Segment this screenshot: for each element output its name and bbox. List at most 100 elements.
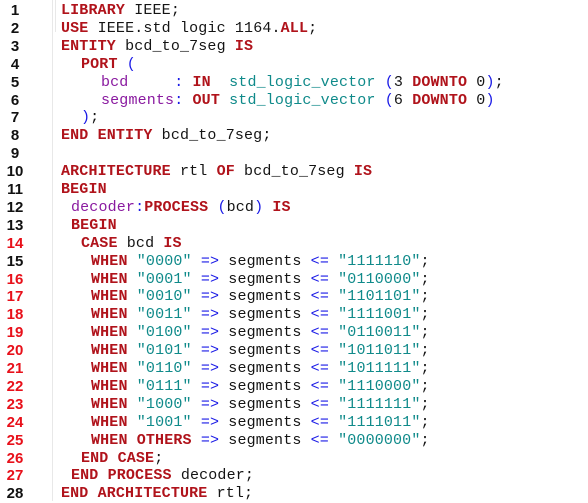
code-line[interactable]: 9: [0, 145, 588, 163]
identifier-token: segments: [219, 270, 311, 288]
code-line[interactable]: 28 END ARCHITECTURE rtl;: [0, 485, 588, 503]
operator-token: =>: [200, 252, 220, 270]
line-number: 11: [7, 181, 23, 198]
operator-token: <=: [310, 252, 329, 270]
identifier-token: [329, 306, 338, 323]
identifier-token: decoder;: [171, 467, 255, 485]
code-text: decoder:PROCESS (bcd) IS: [71, 199, 291, 217]
identifier-token: [329, 271, 338, 288]
operator-token: =>: [200, 377, 220, 395]
keyword-token: IN: [192, 73, 211, 91]
code-line[interactable]: 23 WHEN "1000" => segments <= "1111111";: [0, 396, 588, 414]
identifier-token: segments: [219, 288, 311, 306]
keyword-token: END ENTITY: [61, 127, 153, 145]
keyword-token: WHEN: [91, 342, 128, 360]
line-number: 22: [6, 377, 24, 395]
string-literal-token: "0001": [136, 270, 192, 288]
code-line[interactable]: 10 ARCHITECTURE rtl OF bcd_to_7seg IS: [0, 163, 588, 181]
code-line[interactable]: 22 WHEN "0111" => segments <= "1110000";: [0, 378, 588, 396]
identifier-token: ;: [420, 252, 430, 270]
operator-token: ): [485, 91, 495, 109]
code-line[interactable]: 5 bcd : IN std_logic_vector (3 DOWNTO 0);: [0, 74, 588, 92]
line-number: 8: [10, 127, 20, 145]
code-text: WHEN "0001" => segments <= "0110000";: [91, 271, 430, 289]
code-line[interactable]: 20 WHEN "0101" => segments <= "1011011";: [0, 342, 588, 360]
code-line[interactable]: 17 WHEN "0010" => segments <= "1101101";: [0, 288, 588, 306]
code-text: ARCHITECTURE rtl OF bcd_to_7seg IS: [61, 163, 372, 181]
identifier-token: [128, 253, 137, 270]
line-number: 21: [6, 360, 24, 377]
code-line[interactable]: 26 END CASE;: [0, 450, 588, 468]
operator-token: ): [254, 198, 264, 216]
line-number: 17: [6, 288, 24, 306]
code-line[interactable]: 21 WHEN "0110" => segments <= "1011111";: [0, 360, 588, 378]
code-text: BEGIN: [61, 181, 107, 199]
code-editor[interactable]: 1 LIBRARY IEEE; 2 USE IEEE.std logic 1164.A…: [0, 0, 588, 503]
code-line[interactable]: 3 ENTITY bcd_to_7seg IS: [0, 38, 588, 56]
identifier-token: [128, 360, 137, 377]
keyword-token: END CASE: [81, 449, 155, 467]
code-line[interactable]: 12 decoder:PROCESS (bcd) IS: [0, 199, 588, 217]
code-line[interactable]: 15 WHEN "0000" => segments <= "1111110";: [0, 253, 588, 271]
code-text: PORT (: [81, 56, 136, 74]
string-literal-token: "1111110": [338, 252, 421, 270]
identifier-token: segments: [219, 431, 311, 449]
keyword-token: PORT: [81, 55, 118, 73]
keyword-token: IS: [272, 198, 291, 216]
keyword-token: WHEN: [91, 395, 128, 413]
string-literal-token: "1111111": [338, 395, 421, 413]
operator-token: <=: [310, 431, 329, 449]
code-line[interactable]: 13 BEGIN: [0, 217, 588, 235]
identifier-token: bcd: [117, 234, 164, 252]
operator-token: <=: [310, 377, 329, 395]
string-literal-token: "0111": [136, 377, 192, 395]
code-line[interactable]: 11 BEGIN: [0, 181, 588, 199]
identifier-token: [192, 396, 201, 413]
code-line[interactable]: 6 segments: OUT std_logic_vector (6 DOWNT…: [0, 92, 588, 110]
code-line[interactable]: 19 WHEN "0100" => segments <= "0110011";: [0, 324, 588, 342]
code-line[interactable]: 25 WHEN OTHERS => segments <= "0000000";: [0, 432, 588, 450]
line-number: 10: [6, 163, 24, 181]
operator-token: <=: [310, 306, 329, 324]
code-line[interactable]: 4 PORT (: [0, 56, 588, 74]
identifier-token: [183, 92, 192, 109]
code-line[interactable]: 27 END PROCESS decoder;: [0, 467, 588, 485]
operator-token: <=: [310, 413, 329, 431]
identifier-token: ;: [420, 431, 430, 449]
identifier-token: [118, 56, 127, 73]
code-line[interactable]: 8 END ENTITY bcd_to_7seg;: [0, 127, 588, 145]
identifier-token: [329, 360, 338, 377]
identifier-token: [329, 253, 338, 270]
keyword-token: DOWNTO: [412, 91, 468, 109]
string-literal-token: "1101101": [338, 288, 421, 306]
line-number: 7: [10, 109, 20, 127]
operator-token: =>: [200, 413, 220, 431]
code-text: LIBRARY IEEE;: [61, 2, 180, 20]
keyword-token: WHEN: [91, 252, 128, 270]
port-name-token: decoder: [71, 198, 136, 216]
code-line[interactable]: 1 LIBRARY IEEE;: [0, 2, 588, 20]
code-line[interactable]: 18 WHEN "0011" => segments <= "1111001";: [0, 306, 588, 324]
identifier-token: ;: [420, 270, 430, 288]
code-line[interactable]: 2 USE IEEE.std logic 1164.ALL;: [0, 20, 588, 38]
operator-token: <=: [310, 324, 329, 342]
line-number: 28: [6, 485, 24, 503]
keyword-token: OUT: [192, 91, 220, 109]
identifier-token: ;: [420, 377, 430, 395]
identifier-token: [128, 414, 137, 431]
operator-token: ): [81, 109, 91, 127]
string-literal-token: "1011011": [338, 342, 421, 360]
identifier-token: IEEE;: [125, 2, 180, 19]
code-line[interactable]: 14 CASE bcd IS: [0, 235, 588, 253]
string-literal-token: "1110000": [338, 377, 421, 395]
code-line[interactable]: 24 WHEN "1001" => segments <= "1111011";: [0, 414, 588, 432]
code-text: END CASE;: [81, 450, 163, 468]
code-line[interactable]: 7);: [0, 109, 588, 127]
identifier-token: [192, 253, 201, 270]
line-number: 12: [6, 198, 24, 216]
identifier-token: [128, 271, 137, 288]
code-line[interactable]: 16 WHEN "0001" => segments <= "0110000";: [0, 271, 588, 289]
operator-token: (: [126, 55, 136, 73]
keyword-token: WHEN: [91, 377, 128, 395]
identifier-token: ;: [420, 324, 430, 342]
